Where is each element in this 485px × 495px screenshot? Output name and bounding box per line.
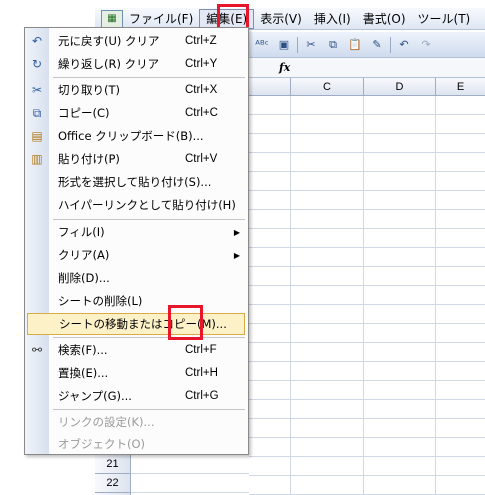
menu-item-label: リンクの設定(K)... bbox=[58, 415, 155, 429]
copy-icon[interactable]: ⧉ bbox=[324, 36, 342, 54]
row-header-22[interactable]: 22 bbox=[95, 474, 130, 493]
menu-item-undo[interactable]: ↶ 元に戻す(U) クリア Ctrl+Z bbox=[25, 30, 248, 52]
cut-icon: ✂ bbox=[31, 83, 43, 97]
menu-item-cut[interactable]: ✂ 切り取り(T) Ctrl+X bbox=[25, 79, 248, 101]
menu-item-paste[interactable]: ▥ 貼り付け(P) Ctrl+V bbox=[25, 148, 248, 170]
menu-item-links: リンクの設定(K)... bbox=[25, 411, 248, 433]
menu-separator bbox=[53, 409, 245, 410]
undo-icon[interactable]: ↶ bbox=[395, 36, 413, 54]
menu-item-label: 貼り付け(P) bbox=[58, 152, 120, 166]
menu-item-shortcut: Ctrl+Z bbox=[185, 35, 217, 47]
menu-item-label: オブジェクト(O) bbox=[58, 437, 146, 451]
fx-icon[interactable]: fx bbox=[279, 61, 290, 74]
menu-item-fill[interactable]: フィル(I) ▶ bbox=[25, 221, 248, 243]
menu-item-label: フィル(I) bbox=[58, 225, 105, 239]
menu-item-label: 置換(E)... bbox=[58, 366, 109, 380]
toolbar-divider bbox=[297, 36, 298, 53]
menu-item-delete-sheet[interactable]: シートの削除(L) bbox=[25, 290, 248, 312]
menu-item-object: オブジェクト(O) bbox=[25, 433, 248, 455]
format-painter-icon[interactable]: ✎ bbox=[368, 36, 386, 54]
menu-item-goto[interactable]: ジャンプ(G)... Ctrl+G bbox=[25, 385, 248, 407]
menu-item-shortcut: Ctrl+V bbox=[185, 153, 218, 165]
column-header-d[interactable]: D bbox=[364, 78, 436, 96]
worksheet-grid-left[interactable] bbox=[131, 455, 249, 495]
column-header-partial[interactable] bbox=[249, 78, 291, 96]
menu-file[interactable]: ファイル(F) bbox=[123, 9, 199, 29]
submenu-arrow-icon: ▶ bbox=[233, 250, 240, 260]
paste-icon: ▥ bbox=[31, 152, 43, 166]
menu-item-label: Office クリップボード(B)... bbox=[58, 129, 204, 143]
menu-item-copy[interactable]: ⧉ コピー(C) Ctrl+C bbox=[25, 102, 248, 124]
menu-item-label: クリア(A) bbox=[58, 248, 110, 262]
clipboard-icon: ▤ bbox=[31, 129, 43, 143]
column-header-e[interactable]: E bbox=[436, 78, 485, 96]
menu-item-label: 形式を選択して貼り付け(S)... bbox=[58, 175, 212, 189]
menu-item-paste-special[interactable]: 形式を選択して貼り付け(S)... bbox=[25, 171, 248, 193]
menu-item-office-clipboard[interactable]: ▤ Office クリップボード(B)... bbox=[25, 125, 248, 147]
menu-item-shortcut: Ctrl+C bbox=[185, 107, 218, 119]
menu-item-paste-hyperlink[interactable]: ハイパーリンクとして貼り付け(H) bbox=[25, 194, 248, 216]
excel-app-icon[interactable]: ▦ bbox=[101, 9, 123, 28]
formula-bar[interactable]: fx bbox=[249, 58, 485, 78]
menu-item-clear[interactable]: クリア(A) ▶ bbox=[25, 244, 248, 266]
submenu-arrow-icon: ▶ bbox=[233, 227, 240, 237]
research-icon[interactable]: ▣ bbox=[275, 36, 293, 54]
menu-item-shortcut: Ctrl+X bbox=[185, 84, 218, 96]
menu-separator bbox=[53, 219, 245, 220]
row-header-21[interactable]: 21 bbox=[95, 455, 130, 474]
menu-item-label: ハイパーリンクとして貼り付け(H) bbox=[58, 198, 236, 212]
menu-item-shortcut: Ctrl+H bbox=[185, 367, 218, 379]
menu-item-shortcut: Ctrl+F bbox=[185, 344, 217, 356]
menu-item-redo[interactable]: ↻ 繰り返し(R) クリア Ctrl+Y bbox=[25, 53, 248, 75]
menu-item-label: 元に戻す(U) クリア bbox=[58, 34, 160, 48]
menu-item-label: 検索(F)... bbox=[58, 343, 108, 357]
menu-item-label: 切り取り(T) bbox=[58, 83, 120, 97]
menu-insert[interactable]: 挿入(I) bbox=[308, 9, 357, 29]
edit-dropdown-menu: ↶ 元に戻す(U) クリア Ctrl+Z ↻ 繰り返し(R) クリア Ctrl+… bbox=[24, 27, 249, 455]
menu-item-delete[interactable]: 削除(D)... bbox=[25, 267, 248, 289]
menu-separator bbox=[53, 337, 245, 338]
column-headers: C D E bbox=[249, 78, 485, 96]
menu-item-find[interactable]: ⚯ 検索(F)... Ctrl+F bbox=[25, 339, 248, 361]
menu-item-label: シートの移動またはコピー(M)... bbox=[59, 317, 227, 331]
menu-item-replace[interactable]: 置換(E)... Ctrl+H bbox=[25, 362, 248, 384]
menu-item-label: 削除(D)... bbox=[58, 271, 110, 285]
menu-separator bbox=[53, 77, 245, 78]
menu-item-label: 繰り返し(R) クリア bbox=[58, 57, 160, 71]
menu-item-shortcut: Ctrl+Y bbox=[185, 58, 218, 70]
menu-view[interactable]: 表示(V) bbox=[254, 9, 308, 29]
menu-item-label: シートの削除(L) bbox=[58, 294, 143, 308]
copy-icon: ⧉ bbox=[32, 105, 42, 120]
column-header-c[interactable]: C bbox=[291, 78, 364, 96]
toolbar-divider bbox=[390, 36, 391, 53]
paste-icon[interactable]: 📋 bbox=[346, 36, 364, 54]
worksheet-grid[interactable] bbox=[249, 96, 485, 495]
menu-edit[interactable]: 編集(E) bbox=[199, 8, 255, 29]
binoculars-icon: ⚯ bbox=[31, 343, 43, 357]
standard-toolbar: ᴬᴮᶜ ▣ ✂ ⧉ 📋 ✎ ↶ ↷ bbox=[249, 32, 485, 58]
redo-icon[interactable]: ↷ bbox=[417, 36, 435, 54]
menu-item-label: ジャンプ(G)... bbox=[58, 389, 132, 403]
cut-icon[interactable]: ✂ bbox=[302, 36, 320, 54]
row-headers: 21 22 bbox=[95, 455, 131, 495]
menu-format[interactable]: 書式(O) bbox=[357, 9, 412, 29]
menu-item-move-copy-sheet[interactable]: シートの移動またはコピー(M)... bbox=[27, 313, 245, 335]
redo-icon: ↻ bbox=[31, 57, 43, 71]
spelling-icon[interactable]: ᴬᴮᶜ bbox=[253, 36, 271, 54]
menu-item-shortcut: Ctrl+G bbox=[185, 390, 219, 402]
menu-tools[interactable]: ツール(T) bbox=[412, 9, 477, 29]
undo-icon: ↶ bbox=[31, 34, 43, 48]
menu-item-label: コピー(C) bbox=[58, 106, 110, 120]
